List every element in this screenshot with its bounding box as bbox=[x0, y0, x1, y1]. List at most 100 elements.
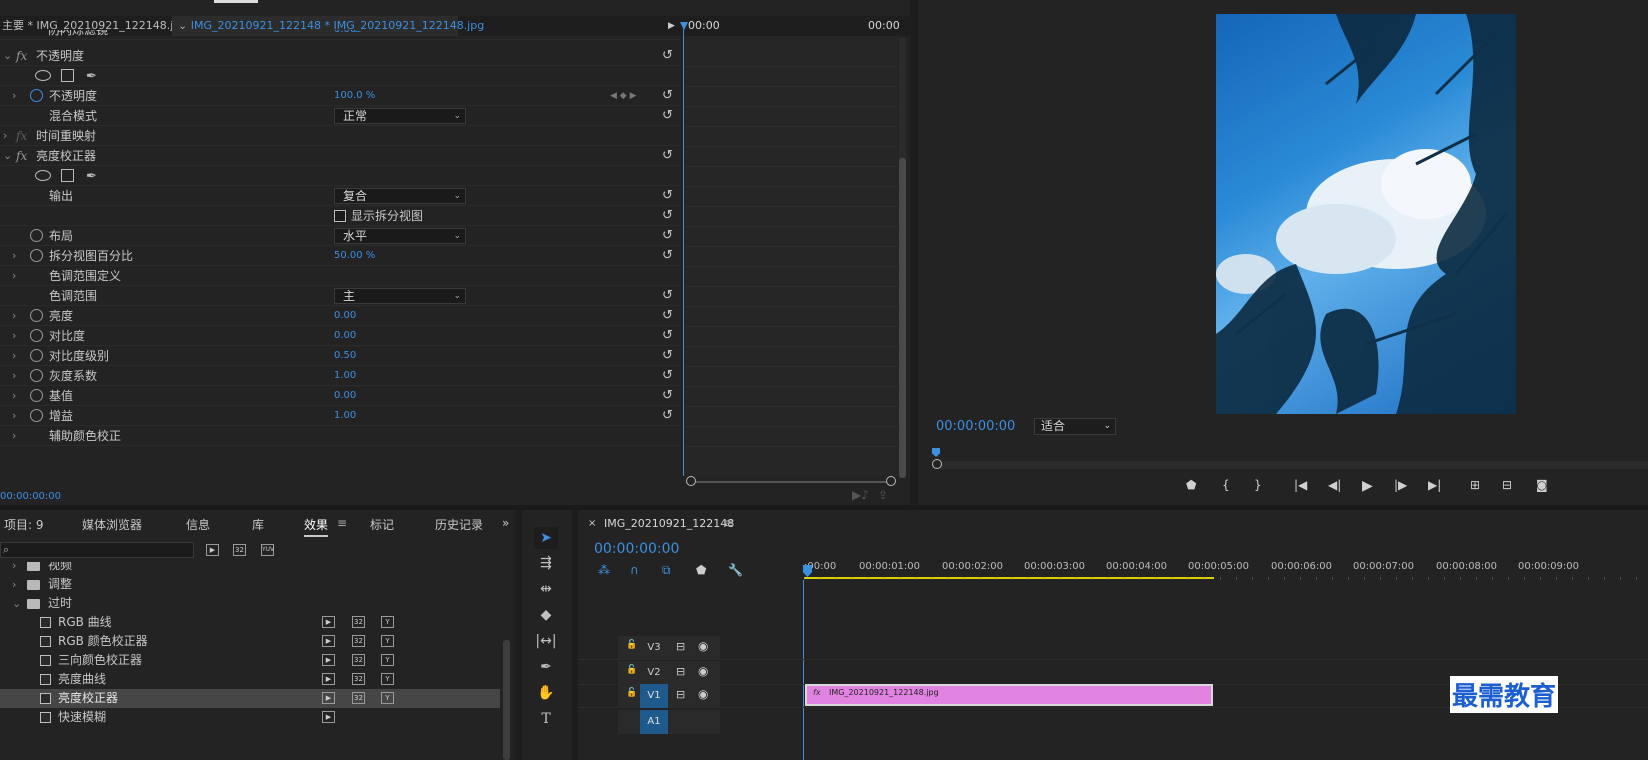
track-select-tool-icon[interactable]: ⇶ bbox=[534, 552, 558, 574]
overflow-tabs-icon[interactable]: » bbox=[502, 516, 509, 530]
export-icon[interactable]: ⇪ bbox=[878, 488, 888, 502]
row-contrast[interactable]: › 对比度 0.00 ↺ bbox=[0, 326, 680, 346]
tree-item-three-way-corrector[interactable]: 三向颜色校正器 ▶ 32 Y bbox=[0, 651, 500, 670]
track-label[interactable]: A1 bbox=[640, 710, 668, 734]
track-label[interactable]: V1 bbox=[640, 684, 668, 708]
zoom-handle-left[interactable] bbox=[686, 476, 696, 486]
row-value[interactable]: 1.00 bbox=[334, 366, 356, 386]
linked-selection-icon[interactable]: ⧉ bbox=[662, 563, 671, 578]
row-brightness-corrector[interactable]: ⌄ fx 亮度校正器 ↺ bbox=[0, 146, 680, 166]
split-view-checkbox[interactable] bbox=[334, 210, 346, 222]
chevron-down-icon[interactable]: ⌄ bbox=[3, 46, 12, 66]
reset-icon[interactable]: ↺ bbox=[662, 86, 673, 106]
tab-project[interactable]: 项目: 9 bbox=[4, 516, 44, 533]
stopwatch-icon[interactable] bbox=[30, 409, 43, 422]
reset-icon[interactable]: ↺ bbox=[662, 326, 673, 346]
chevron-right-icon[interactable]: › bbox=[12, 86, 16, 106]
tab-info[interactable]: 信息 bbox=[186, 516, 210, 533]
chevron-down-icon[interactable]: ⌄ bbox=[3, 146, 12, 166]
eye-icon[interactable]: ◉ bbox=[698, 664, 708, 678]
pen-mask-icon[interactable]: ✒ bbox=[86, 167, 97, 187]
tree-item-fast-blur[interactable]: 快速模糊 ▶ bbox=[0, 708, 500, 727]
stopwatch-icon[interactable] bbox=[30, 389, 43, 402]
play-icon[interactable]: ▶ bbox=[1362, 478, 1373, 494]
scrollbar-thumb[interactable] bbox=[899, 158, 906, 478]
nest-toggle-icon[interactable]: ⁂ bbox=[598, 563, 610, 577]
track-label[interactable]: V2 bbox=[642, 661, 666, 685]
stopwatch-icon[interactable] bbox=[30, 229, 43, 242]
close-icon[interactable]: × bbox=[588, 518, 596, 529]
razor-tool-icon[interactable]: ◆ bbox=[534, 604, 558, 626]
reset-icon[interactable]: ↺ bbox=[662, 246, 673, 266]
chevron-right-icon[interactable]: › bbox=[3, 126, 7, 146]
reset-icon[interactable]: ↺ bbox=[662, 366, 673, 386]
tree-item-luma-corrector[interactable]: 亮度校正器 ▶ 32 Y bbox=[0, 689, 500, 708]
chevron-right-icon[interactable]: › bbox=[12, 386, 16, 406]
step-forward-icon[interactable]: |▶ bbox=[1394, 478, 1407, 492]
keyframe-nav-icon[interactable]: ◀ ◆ ▶ bbox=[610, 86, 637, 106]
tree-folder-video[interactable]: › 视频 bbox=[0, 562, 500, 575]
monitor-timecode[interactable]: 00:00:00:00 bbox=[936, 419, 1015, 434]
tab-library[interactable]: 库 bbox=[252, 516, 264, 533]
chevron-right-icon[interactable]: › bbox=[12, 246, 16, 266]
sync-lock-icon[interactable]: ⊟ bbox=[676, 688, 685, 701]
row-contrast-level[interactable]: › 对比度级别 0.50 ↺ bbox=[0, 346, 680, 366]
fit-select[interactable]: 适合 ⌄ bbox=[1034, 418, 1116, 435]
fx-icon[interactable]: fx bbox=[16, 126, 27, 146]
row-time-remap[interactable]: › fx 时间重映射 bbox=[0, 126, 680, 146]
row-pedestal[interactable]: › 基值 0.00 ↺ bbox=[0, 386, 680, 406]
zoom-handle-right[interactable] bbox=[886, 476, 896, 486]
reset-icon[interactable]: ↺ bbox=[662, 346, 673, 366]
row-gain[interactable]: › 增益 1.00 ↺ bbox=[0, 406, 680, 426]
go-to-out-icon[interactable]: ▶| bbox=[1428, 478, 1441, 492]
reset-icon[interactable]: ↺ bbox=[662, 206, 673, 226]
row-value[interactable]: 0.00 bbox=[334, 306, 356, 326]
wrench-icon[interactable]: 🔧 bbox=[728, 563, 743, 577]
layout-select[interactable]: 水平 ⌄ bbox=[334, 228, 466, 244]
fx-icon[interactable]: fx bbox=[16, 146, 27, 166]
tree-folder-adjust[interactable]: › 调整 bbox=[0, 575, 500, 594]
chevron-right-icon[interactable]: › bbox=[12, 562, 16, 575]
stopwatch-icon[interactable] bbox=[30, 89, 43, 102]
monitor-time-ruler[interactable] bbox=[932, 448, 1648, 460]
accelerated-effects-icon[interactable]: ▶ bbox=[206, 544, 219, 556]
snap-magnet-icon[interactable]: ∩ bbox=[630, 563, 639, 577]
row-opacity-param[interactable]: › 不透明度 100.0 % ◀ ◆ ▶ ↺ bbox=[0, 86, 680, 106]
hand-tool-icon[interactable]: ✋ bbox=[534, 682, 558, 704]
tab-history[interactable]: 历史记录 bbox=[435, 516, 483, 533]
row-value[interactable]: 1.00 bbox=[334, 406, 356, 426]
stopwatch-icon[interactable] bbox=[30, 329, 43, 342]
effect-timecode[interactable]: 00:00:00:00 bbox=[0, 491, 61, 502]
ellipse-mask-icon[interactable] bbox=[35, 170, 51, 181]
step-back-icon[interactable]: ◀| bbox=[1328, 478, 1341, 492]
reset-icon[interactable]: ↺ bbox=[662, 406, 673, 426]
camera-icon[interactable]: ◙ bbox=[1536, 478, 1548, 492]
effect-playhead[interactable] bbox=[683, 26, 684, 476]
extract-icon[interactable]: ⊟ bbox=[1502, 478, 1512, 492]
lock-icon[interactable]: 🔓 bbox=[626, 688, 637, 698]
reset-icon[interactable]: ↺ bbox=[662, 286, 673, 306]
chevron-right-icon[interactable]: › bbox=[12, 306, 16, 326]
reset-icon[interactable]: ↺ bbox=[662, 306, 673, 326]
32bit-effects-icon[interactable]: 32 bbox=[233, 544, 246, 556]
tab-media-browser[interactable]: 媒体浏览器 bbox=[82, 516, 142, 533]
lock-icon[interactable]: 🔓 bbox=[626, 665, 637, 675]
pen-tool-icon[interactable]: ✒ bbox=[534, 656, 558, 678]
lift-icon[interactable]: ⊞ bbox=[1470, 478, 1480, 492]
stopwatch-icon[interactable] bbox=[30, 249, 43, 262]
type-tool-icon[interactable]: T bbox=[534, 708, 558, 730]
stopwatch-icon[interactable] bbox=[30, 349, 43, 362]
row-value[interactable]: 0.00 bbox=[334, 386, 356, 406]
row-opacity-effect[interactable]: ⌄ fx 不透明度 ↺ bbox=[0, 46, 680, 66]
row-value[interactable]: 0.00 bbox=[334, 30, 356, 39]
fx-icon[interactable]: fx bbox=[16, 46, 27, 66]
output-select[interactable]: 复合 ⌄ bbox=[334, 188, 466, 204]
add-marker-icon[interactable]: ⬟ bbox=[1186, 478, 1196, 492]
chevron-right-icon[interactable]: › bbox=[12, 326, 16, 346]
timeline-timecode[interactable]: 00:00:00:00 bbox=[594, 541, 679, 557]
chevron-right-icon[interactable]: › bbox=[12, 366, 16, 386]
mark-out-icon[interactable]: } bbox=[1254, 478, 1262, 492]
row-tonal-def[interactable]: › 色调范围定义 bbox=[0, 266, 680, 286]
chevron-down-icon[interactable]: ⌄ bbox=[12, 594, 21, 613]
lock-icon[interactable]: 🔓 bbox=[626, 640, 637, 650]
